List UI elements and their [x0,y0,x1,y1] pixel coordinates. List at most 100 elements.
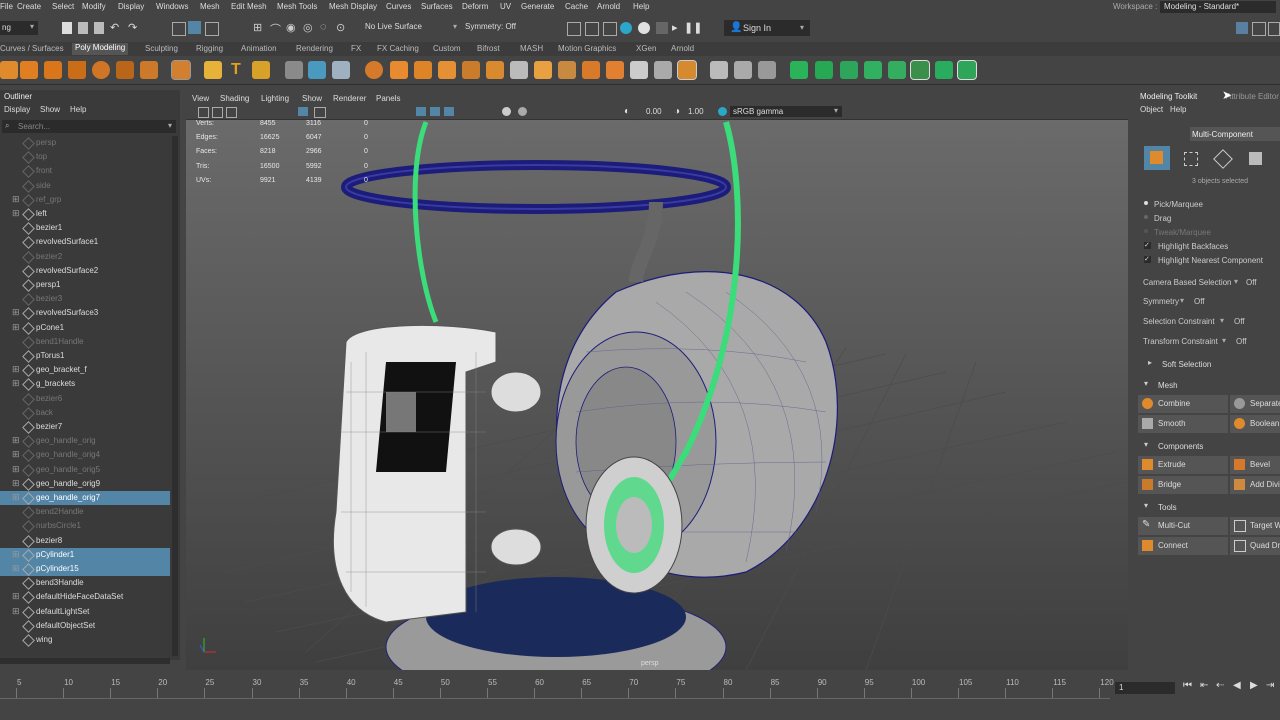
select-object-icon[interactable] [188,21,201,34]
camera-select-icon[interactable] [198,107,209,118]
exposure-field[interactable]: 0.00 [646,107,662,116]
save-scene-icon[interactable] [94,22,104,34]
outliner-item[interactable]: side [0,179,170,193]
menu-curves[interactable]: Curves [386,2,411,11]
expand-icon[interactable]: ⊞ [12,378,20,389]
menu-deform[interactable]: Deform [462,2,488,11]
separate-tool-icon[interactable] [308,61,326,79]
planar-map-icon[interactable] [815,61,833,79]
outliner-item[interactable]: bend3Handle [0,576,170,591]
play-backward-icon[interactable]: ◀ [1233,680,1241,691]
smooth-tool-icon[interactable] [332,61,350,79]
outliner-item[interactable]: front [0,164,170,179]
tweak-marquee-radio[interactable] [1144,229,1148,233]
outliner-item[interactable]: bezier3 [0,292,170,307]
boolean-button[interactable]: Boolean [1230,415,1280,433]
hypershade-icon[interactable] [638,22,650,34]
color-space-dropdown[interactable]: sRGB gamma ▾ [730,106,842,117]
smooth-button[interactable]: Smooth [1138,415,1228,433]
menu-create[interactable]: Create [17,2,41,11]
expand-icon[interactable]: ⊞ [12,435,20,446]
timeline-ruler[interactable]: 5 10 15 20 25 30 35 40 45 50 55 60 65 70 75 80 85 90 95 100… [0,676,1114,699]
toolkit-menu-help[interactable]: Help [1170,105,1186,114]
open-scene-icon[interactable] [78,22,88,34]
menu-mesh[interactable]: Mesh [200,2,220,11]
connect-button[interactable]: Connect [1138,537,1228,555]
mirror-icon[interactable] [582,61,600,79]
face-mode-icon[interactable] [1249,152,1262,165]
poly-torus-icon[interactable] [92,61,110,79]
tab-modeling-toolkit[interactable]: Modeling Toolkit [1140,92,1197,101]
tab-arnold[interactable]: Arnold [671,44,694,53]
outliner-item[interactable]: ⊞ geo_handle_orig [0,434,170,449]
tab-rendering[interactable]: Rendering [296,44,333,53]
shadows-icon[interactable] [518,107,527,116]
expand-icon[interactable]: ⊞ [12,208,20,219]
wireframe-on-shaded-icon[interactable] [416,107,426,116]
chevron-down-icon[interactable]: ▾ [1220,316,1224,325]
outliner-menu-display[interactable]: Display [4,105,30,114]
tab-poly-modeling[interactable]: Poly Modeling [72,43,129,55]
outliner-item[interactable]: ⊞ g_brackets [0,377,170,392]
outliner-item[interactable]: ⊞ geo_handle_orig5 [0,463,170,477]
redo-icon[interactable]: ↷ [128,21,137,34]
quad-draw-button[interactable]: Quad Draw [1230,537,1280,555]
search-input[interactable]: Search... [18,122,50,131]
sign-in-button[interactable]: 👤 Sign In ▾ [724,20,810,36]
highlight-nearest-checkbox[interactable]: ✓ [1144,256,1151,263]
gamma-field[interactable]: 1.00 [688,107,704,116]
mesh-section-header[interactable]: ▾ Mesh [1134,378,1280,392]
tab-bifrost[interactable]: Bifrost [477,44,500,53]
wireframe-icon[interactable] [314,107,326,118]
menu-modify[interactable]: Modify [82,2,106,11]
outliner-item[interactable]: nurbsCircle1 [0,519,170,534]
play-forward-icon[interactable]: ▶ [1250,680,1258,691]
tab-rigging[interactable]: Rigging [196,44,223,53]
bridge-button[interactable]: Bridge [1138,476,1228,494]
extrude-tool-icon[interactable] [390,61,408,79]
select-component-icon[interactable] [205,22,219,36]
tab-mash[interactable]: MASH [520,44,543,53]
menu-set-dropdown[interactable]: ng ▾ [0,21,38,35]
grid-toggle-icon[interactable] [298,107,308,116]
cut-uv-icon[interactable] [935,61,953,79]
poly-disc-icon[interactable] [140,61,158,79]
render-sequence-icon[interactable] [585,22,599,36]
poly-cube-icon[interactable] [20,61,38,79]
step-back-frame-icon[interactable]: ⇠ [1216,680,1224,691]
bevel-tool-icon[interactable] [438,61,456,79]
outliner-item[interactable]: ⊞ geo_handle_orig7 [0,491,170,505]
menu-display[interactable]: Display [118,2,144,11]
outliner-item[interactable]: ⊞ pCone1 [0,321,170,335]
step-back-key-icon[interactable]: ⇤ [1200,680,1208,691]
outliner-search[interactable]: ⌕ Search... ▾ [2,120,176,133]
camera-based-selection-value[interactable]: Off [1246,278,1257,287]
expand-icon[interactable]: ⊞ [12,549,20,560]
expand-icon[interactable]: ⊞ [12,591,20,602]
outliner-item[interactable]: bezier1 [0,221,170,236]
outliner-item[interactable]: bend1Handle [0,335,170,349]
poly-cylinder-icon[interactable] [44,61,62,79]
outliner-item[interactable]: wing [0,633,170,647]
auto-uv-icon[interactable] [840,61,858,79]
render-settings-icon[interactable] [620,22,632,34]
outliner-item[interactable]: back [0,406,170,420]
channel-box-icon[interactable] [1268,22,1280,36]
viewport-menu-show[interactable]: Show [302,94,322,103]
outliner-menu-show[interactable]: Show [40,105,60,114]
expand-icon[interactable]: ⊞ [12,606,20,617]
snap-curve-icon[interactable]: ⌒ [270,21,281,37]
bevel-button[interactable]: Bevel [1230,456,1280,474]
layout-icon[interactable] [1236,22,1248,34]
expand-icon[interactable]: ⊞ [12,492,20,503]
outliner-item[interactable]: ⊞ revolvedSurface3 [0,306,170,321]
outliner-h-scrollbar[interactable] [0,658,170,664]
outliner-item[interactable]: persp1 [0,278,170,292]
expand-icon[interactable]: ⊞ [12,478,20,489]
outliner-item[interactable]: bezier8 [0,534,170,548]
snap-point-icon[interactable]: ◉ [286,21,296,34]
tab-attribute-editor[interactable]: Attribute Editor [1226,92,1279,101]
sculpt-icon[interactable] [677,60,697,80]
menu-mesh-tools[interactable]: Mesh Tools [277,2,317,11]
symmetry-dropdown[interactable]: Symmetry: Off [465,22,516,31]
